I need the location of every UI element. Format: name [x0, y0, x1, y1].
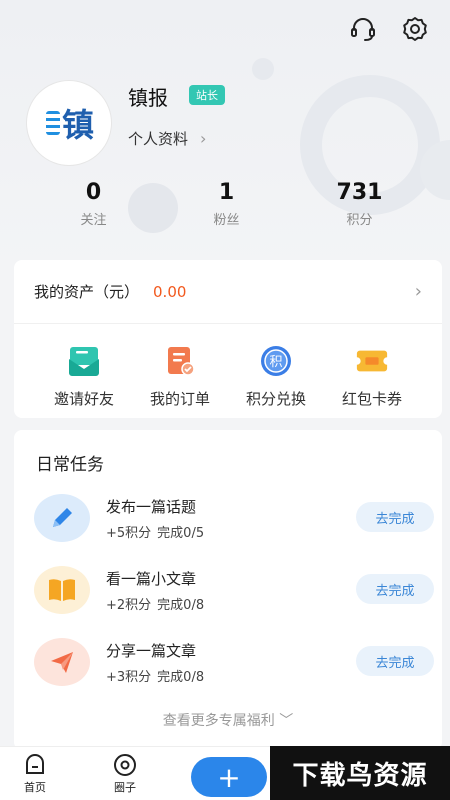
assets-value: 0.00 [153, 282, 187, 301]
daily-tasks-card: 日常任务 发布一篇话题 +5积分 完成0/5 去完成 看一篇小文章 +2积分 完… [14, 430, 442, 750]
task-points: +5积分 [106, 526, 152, 541]
points-icon-text: 积 [269, 355, 282, 370]
logo-stripes [45, 111, 60, 135]
task-progress: 完成0/5 [157, 526, 205, 541]
stat-value: 1 [218, 180, 235, 205]
gear-icon[interactable] [400, 14, 430, 44]
task-title: 分享一篇文章 [106, 642, 197, 660]
quick-actions: 邀请好友 我的订单 积 积分兑换 红包卡券 [14, 324, 442, 409]
quick-action-points[interactable]: 积 积分兑换 [228, 344, 324, 409]
stat-value: 731 [336, 180, 383, 205]
assets-card: 我的资产（元） 0.00 › 邀请好友 我的订单 积 积分兑换 红包卡券 [14, 260, 442, 418]
tab-label: 圈子 [114, 781, 136, 794]
assets-label: 我的资产（元） [34, 283, 140, 301]
chevron-down-icon: ﹀ [274, 713, 294, 729]
decorative-circle [252, 58, 274, 80]
stat-label: 粉丝 [213, 213, 240, 228]
book-icon [34, 566, 90, 614]
stat-label: 关注 [80, 213, 107, 228]
task-complete-button[interactable]: 去完成 [356, 502, 434, 532]
task-item: 看一篇小文章 +2积分 完成0/8 去完成 [34, 564, 434, 624]
task-progress: 完成0/8 [157, 670, 205, 685]
avatar-logo-text: 镇 [61, 106, 94, 144]
stat-value: 0 [85, 180, 102, 205]
avatar-logo: 镇 [45, 100, 94, 146]
create-post-button[interactable]: + [191, 757, 267, 797]
stat-points[interactable]: 731 积分 [293, 180, 426, 228]
watermark: 下载鸟资源 [270, 746, 450, 800]
profile-link[interactable]: 个人资料 › [128, 128, 206, 149]
task-item: 分享一篇文章 +3积分 完成0/8 去完成 [34, 636, 434, 696]
task-points: +3积分 [106, 670, 152, 685]
points-icon: 积 [259, 344, 293, 378]
chevron-right-icon: › [200, 129, 207, 148]
avatar[interactable]: 镇 [26, 80, 112, 166]
quick-action-orders[interactable]: 我的订单 [132, 344, 228, 409]
more-benefits-link[interactable]: 查看更多专属福利 ﹀ [14, 710, 442, 730]
task-meta: +2积分 完成0/8 [106, 594, 204, 613]
tab-home[interactable]: 首页 [5, 753, 65, 795]
task-complete-button[interactable]: 去完成 [356, 646, 434, 676]
stat-label: 积分 [346, 213, 373, 228]
stat-followers[interactable]: 1 粉丝 [160, 180, 293, 228]
coupon-icon [355, 344, 389, 378]
task-title: 发布一篇话题 [106, 498, 197, 516]
profile-link-label: 个人资料 [128, 130, 189, 148]
task-meta: +5积分 完成0/5 [106, 522, 204, 541]
header-actions [348, 14, 430, 44]
quick-action-coupons[interactable]: 红包卡券 [324, 344, 420, 409]
task-item: 发布一篇话题 +5积分 完成0/5 去完成 [34, 492, 434, 552]
profile-stats: 0 关注 1 粉丝 731 积分 [0, 180, 450, 228]
quick-action-label: 积分兑换 [245, 390, 306, 408]
quick-action-label: 红包卡券 [341, 390, 402, 408]
username: 镇报 [128, 86, 168, 110]
tab-circle[interactable]: 圈子 [95, 753, 155, 795]
chevron-right-icon: › [414, 281, 422, 302]
order-icon [163, 344, 197, 378]
my-assets-row[interactable]: 我的资产（元） 0.00 › [14, 260, 442, 324]
tab-label: 首页 [24, 781, 46, 794]
task-progress: 完成0/8 [157, 598, 205, 613]
role-badge: 站长 [189, 85, 225, 105]
task-complete-button[interactable]: 去完成 [356, 574, 434, 604]
quick-action-label: 邀请好友 [53, 390, 114, 408]
circle-icon [114, 754, 136, 776]
paper-plane-icon [34, 638, 90, 686]
stat-following[interactable]: 0 关注 [27, 180, 160, 228]
tasks-title: 日常任务 [36, 455, 104, 475]
quick-action-label: 我的订单 [149, 390, 210, 408]
more-benefits-label: 查看更多专属福利 [162, 713, 275, 729]
task-title: 看一篇小文章 [106, 570, 197, 588]
quick-action-invite[interactable]: 邀请好友 [36, 344, 132, 409]
task-meta: +3积分 完成0/8 [106, 666, 204, 685]
headset-icon[interactable] [348, 14, 378, 44]
home-icon [26, 754, 44, 774]
invite-icon [67, 344, 101, 378]
task-points: +2积分 [106, 598, 152, 613]
pencil-icon [34, 494, 90, 542]
